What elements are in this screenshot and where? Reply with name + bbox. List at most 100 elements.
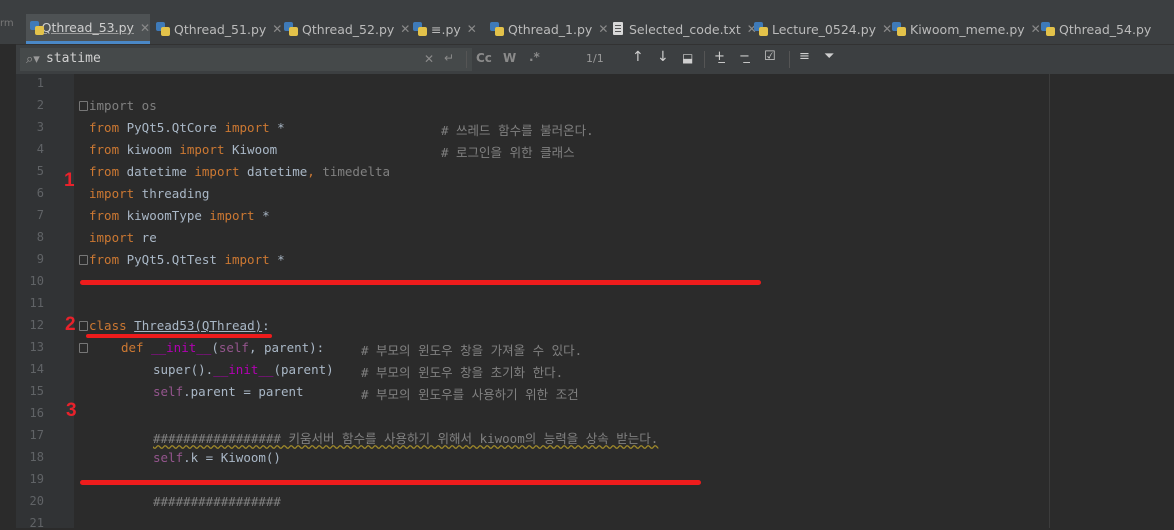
code-comment: # 부모의 윈도우 창을 가져올 수 있다. bbox=[361, 343, 583, 358]
python-file-icon bbox=[284, 22, 298, 36]
python-file-icon bbox=[892, 22, 906, 36]
line-number: 12 bbox=[29, 318, 44, 332]
whole-words-toggle[interactable]: W bbox=[503, 51, 516, 65]
divider bbox=[789, 51, 790, 68]
line-number: 1 bbox=[36, 76, 44, 90]
line-number: 19 bbox=[29, 472, 44, 486]
annotation-number-2: 2 bbox=[65, 314, 76, 335]
close-tab-icon[interactable]: ✕ bbox=[1031, 22, 1041, 36]
search-query-text: statime bbox=[46, 51, 101, 66]
editor-tab-bar: rm Qthread_53.py ✕ Qthread_51.py ✕ Qthre… bbox=[0, 0, 1174, 44]
code-line-20: ################# bbox=[153, 494, 281, 509]
fold-marker-icon[interactable] bbox=[79, 101, 88, 111]
find-bar: ⌕▾ statime ✕ ↵ Cc W .* 1/1 ↑ ↓ ⬓ +̲ −̲ ☑… bbox=[16, 44, 1174, 75]
tab-qthread-1[interactable]: Qthread_1.py ✕ bbox=[490, 14, 608, 44]
code-comment: # 쓰레드 함수를 불러온다. bbox=[441, 123, 594, 138]
tab-label: ≡.py bbox=[431, 21, 461, 37]
code-comment: # 부모의 윈도우를 사용하기 위한 조건 bbox=[361, 387, 579, 402]
annotation-red-line bbox=[80, 280, 761, 285]
search-input[interactable]: ⌕▾ statime ✕ ↵ bbox=[20, 48, 472, 71]
tab-label: Qthread_52.py bbox=[302, 21, 395, 37]
tab-qthread-54[interactable]: Qthread_54.py bbox=[1041, 14, 1151, 44]
tab-label: Qthread_51.py bbox=[174, 21, 267, 37]
fold-marker-icon[interactable] bbox=[79, 255, 88, 265]
line-number: 7 bbox=[36, 208, 44, 222]
line-number: 18 bbox=[29, 450, 44, 464]
fold-marker-icon[interactable] bbox=[79, 321, 88, 331]
tab-label: Kiwoom_meme.py bbox=[910, 21, 1025, 37]
code-editor[interactable]: 1 2 3 4 5 6 7 8 9 10 11 12 13 14 15 16 1… bbox=[16, 74, 1174, 530]
tab-label: Qthread_54.py bbox=[1059, 21, 1152, 37]
tab-qthread-52[interactable]: Qthread_52.py ✕ bbox=[284, 14, 410, 44]
code-line-5: from datetime import datetime, timedelta bbox=[89, 164, 391, 179]
clear-search-icon[interactable]: ✕ bbox=[424, 52, 434, 66]
annotation-number-3: 3 bbox=[66, 400, 77, 421]
line-number: 6 bbox=[36, 186, 44, 200]
new-line-icon[interactable]: ↵ bbox=[444, 51, 454, 65]
tab-label: Qthread_53.py bbox=[41, 20, 134, 35]
tab-qthread-51[interactable]: Qthread_51.py ✕ bbox=[156, 14, 282, 44]
right-margin-guide bbox=[1049, 74, 1050, 528]
filter-search-results-icon[interactable]: ≡ bbox=[799, 49, 810, 64]
line-number: 4 bbox=[36, 142, 44, 156]
remove-occurrence-icon[interactable]: −̲ bbox=[739, 49, 750, 64]
python-file-icon bbox=[413, 22, 427, 36]
match-case-toggle[interactable]: Cc bbox=[476, 51, 492, 65]
filter-icon[interactable]: ⏷ bbox=[824, 49, 834, 64]
code-line-15: self.parent = parent bbox=[153, 384, 304, 399]
select-all-icon[interactable]: ☑ bbox=[764, 49, 776, 64]
text-file-icon bbox=[611, 22, 625, 36]
code-line-12: class Thread53(QThread): bbox=[89, 318, 270, 333]
code-line-3: from PyQt5.QtCore import * bbox=[89, 120, 285, 135]
line-number: 11 bbox=[29, 296, 44, 310]
python-file-icon bbox=[1041, 22, 1055, 36]
code-line-2: import os bbox=[89, 98, 157, 113]
line-number: 9 bbox=[36, 252, 44, 266]
code-comment: # 부모의 윈도우 창을 초기화 한다. bbox=[361, 365, 564, 380]
search-icon[interactable]: ⌕▾ bbox=[26, 52, 40, 67]
tab-lecture-0524[interactable]: Lecture_0524.py ✕ bbox=[754, 14, 892, 44]
select-all-occurrences-icon[interactable]: ⬓ bbox=[682, 51, 693, 65]
fold-marker-icon[interactable] bbox=[79, 343, 88, 353]
tab-kiwoom-meme[interactable]: Kiwoom_meme.py ✕ bbox=[892, 14, 1041, 44]
line-number: 10 bbox=[29, 274, 44, 288]
tab-label: Lecture_0524.py bbox=[772, 21, 877, 37]
code-line-14: super().__init__(parent) bbox=[153, 362, 334, 377]
next-occurrence-icon[interactable]: ↓ bbox=[657, 49, 669, 65]
code-line-9: from PyQt5.QtTest import * bbox=[89, 252, 285, 267]
annotation-number-1: 1 bbox=[64, 170, 75, 191]
previous-occurrence-icon[interactable]: ↑ bbox=[632, 49, 644, 65]
annotation-red-line bbox=[80, 480, 701, 485]
close-tab-icon[interactable]: ✕ bbox=[467, 22, 477, 36]
tab-untitled-py[interactable]: ≡.py ✕ bbox=[413, 14, 477, 44]
tab-label: Qthread_1.py bbox=[508, 21, 593, 37]
code-line-6: import threading bbox=[89, 186, 210, 201]
close-tab-icon[interactable]: ✕ bbox=[140, 21, 150, 35]
code-line-4: from kiwoom import Kiwoom bbox=[89, 142, 278, 157]
close-tab-icon[interactable]: ✕ bbox=[598, 22, 608, 36]
add-occurrence-icon[interactable]: +̲ bbox=[714, 49, 725, 64]
code-line-17: ################# 키움서버 함수를 사용하기 위해서 kiwo… bbox=[153, 431, 659, 446]
tab-selected-code[interactable]: Selected_code.txt ✕ bbox=[611, 14, 757, 44]
code-line-18: self.k = Kiwoom() bbox=[153, 450, 281, 465]
python-file-icon bbox=[156, 22, 170, 36]
divider bbox=[704, 51, 705, 68]
divider bbox=[466, 51, 467, 68]
line-number: 13 bbox=[29, 340, 44, 354]
python-file-icon bbox=[490, 22, 504, 36]
code-line-13: def __init__(self, parent): bbox=[121, 340, 325, 355]
code-line-7: from kiwoomType import * bbox=[89, 208, 270, 223]
tab-qthread-53[interactable]: Qthread_53.py ✕ bbox=[26, 14, 150, 44]
line-number: 17 bbox=[29, 428, 44, 442]
annotation-red-underline bbox=[86, 334, 272, 338]
close-tab-icon[interactable]: ✕ bbox=[400, 22, 410, 36]
line-number: 15 bbox=[29, 384, 44, 398]
close-tab-icon[interactable]: ✕ bbox=[272, 22, 282, 36]
line-number: 14 bbox=[29, 362, 44, 376]
close-tab-icon[interactable]: ✕ bbox=[882, 22, 892, 36]
python-file-icon bbox=[30, 20, 44, 35]
line-number: 5 bbox=[36, 164, 44, 178]
regex-toggle[interactable]: .* bbox=[529, 50, 540, 64]
left-panel-edge-label: rm bbox=[0, 18, 14, 29]
python-file-icon bbox=[754, 22, 768, 36]
